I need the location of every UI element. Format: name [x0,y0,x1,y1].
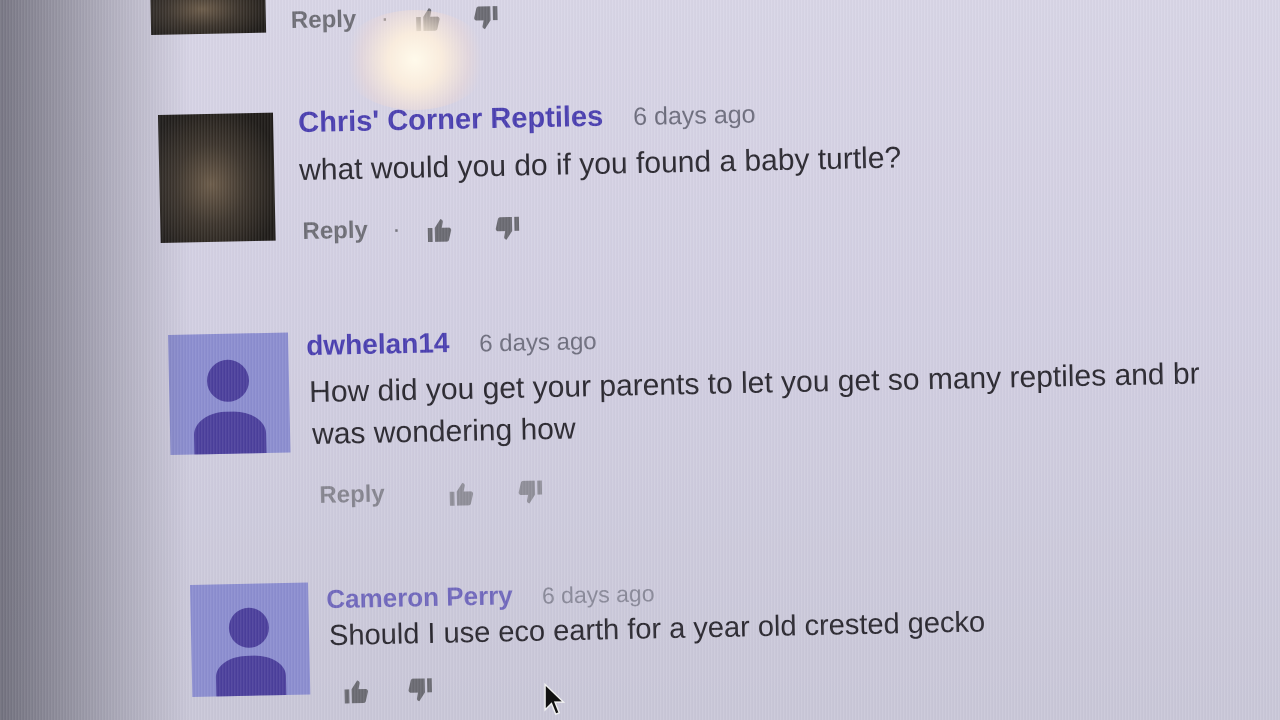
avatar-body-shape [193,410,267,455]
author-name[interactable]: dwhelan14 [306,327,450,361]
thumbs-down-icon[interactable] [516,478,545,507]
separator: · [392,215,401,244]
avatar-body-shape [215,655,287,697]
default-avatar[interactable] [168,332,291,455]
reply-button[interactable]: Reply [319,480,385,508]
comment-text-line-1: How did you get your parents to let you … [308,357,1200,410]
author-name[interactable]: Chris' Corner Reptiles [298,101,604,139]
thumbs-up-icon[interactable] [447,479,476,508]
user-avatar[interactable] [158,112,276,243]
thumbs-up-icon[interactable] [413,5,442,34]
comment-actions: Reply · [291,3,501,36]
separator: · [380,5,390,33]
thumbs-down-icon[interactable] [472,3,501,32]
reply-button[interactable]: Reply [291,6,357,34]
comment-header: dwhelan14 6 days ago [306,324,597,362]
default-avatar[interactable] [190,582,311,697]
thumbs-down-icon[interactable] [406,676,435,705]
author-name[interactable]: Cameron Perry [326,580,513,614]
reply-button[interactable]: Reply [302,217,368,245]
comment-text: Should I use eco earth for a year old cr… [328,606,986,653]
comment-actions: Reply [319,477,544,510]
comment-text-line-2: was wondering how [311,412,576,452]
comment-header: Cameron Perry 6 days ago [326,577,655,615]
thumbs-down-icon[interactable] [494,214,523,243]
comment-actions [342,676,435,706]
comment-text: what would you do if you found a baby tu… [298,141,902,188]
user-avatar[interactable] [150,0,267,35]
avatar-head-shape [228,607,270,649]
comment-actions: Reply · [302,213,522,246]
thumbs-up-icon[interactable] [342,677,371,706]
timestamp[interactable]: 6 days ago [542,580,655,608]
mouse-pointer-icon [543,682,567,720]
timestamp[interactable]: 6 days ago [633,100,756,131]
comment-header: Chris' Corner Reptiles 6 days ago [298,97,756,140]
thumbs-up-icon[interactable] [425,216,454,245]
timestamp[interactable]: 6 days ago [479,328,597,357]
avatar-head-shape [206,359,250,403]
comments-screen: Reply · Chris' Corner Reptiles 6 days ag… [0,0,1280,720]
